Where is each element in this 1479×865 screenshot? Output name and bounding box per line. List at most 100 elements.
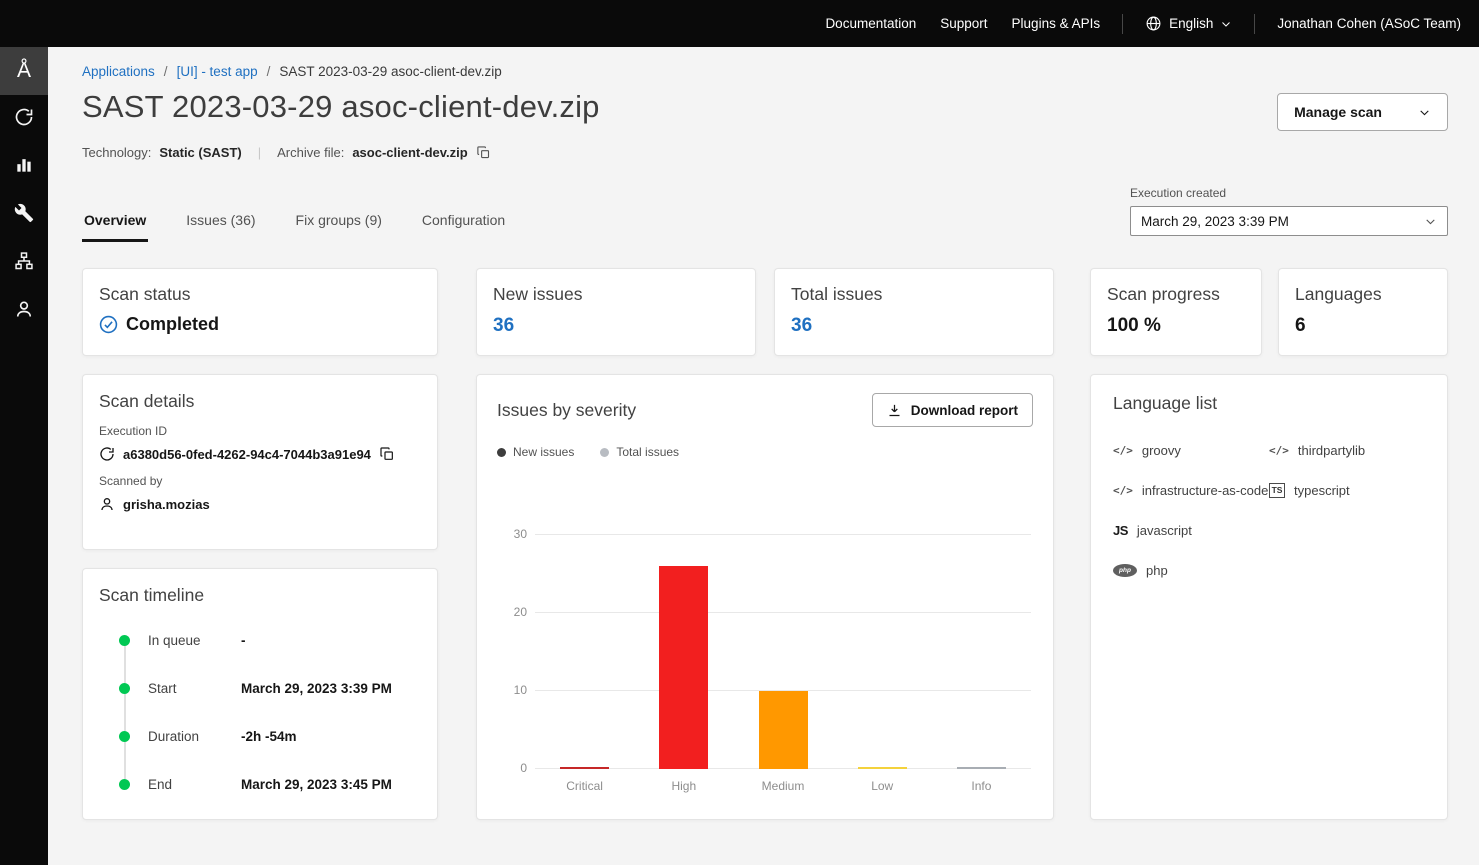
left-sidebar: Å — [0, 47, 48, 865]
timeline-dot — [119, 779, 130, 790]
new-issues-value[interactable]: 36 — [493, 315, 739, 337]
copy-icon[interactable] — [379, 446, 395, 462]
archive-file-label: Archive file: — [277, 145, 344, 160]
language-item-typescript: TS typescript — [1269, 470, 1425, 510]
timeline-row-in-queue: In queue - — [99, 616, 421, 664]
scan-execution-icon — [99, 446, 115, 462]
y-axis-tick-label: 30 — [499, 527, 527, 541]
chart-x-axis-labels: CriticalHighMediumLowInfo — [535, 779, 1031, 793]
card-title: Scan timeline — [99, 585, 421, 606]
legend-new-issues[interactable]: New issues — [497, 445, 574, 459]
sidebar-item-sitemap[interactable] — [0, 239, 48, 287]
card-title: Total issues — [791, 284, 1037, 305]
tab-fix-groups[interactable]: Fix groups (9) — [294, 202, 384, 242]
topbar-divider — [1254, 14, 1255, 34]
timeline-dot — [119, 635, 130, 646]
sidebar-item-dashboard[interactable] — [0, 143, 48, 191]
language-grid: </> groovy </> infrastructure-as-code JS… — [1113, 430, 1425, 590]
timeline-dot — [119, 683, 130, 694]
x-axis-tick-label: Info — [932, 779, 1031, 793]
bar-info[interactable] — [957, 767, 1006, 769]
user-menu[interactable]: Jonathan Cohen (ASoC Team) — [1277, 16, 1461, 31]
total-issues-value[interactable]: 36 — [791, 315, 1037, 337]
download-report-label: Download report — [911, 403, 1018, 418]
language-item-php: php php — [1113, 550, 1269, 590]
language-label: infrastructure-as-code — [1142, 483, 1268, 498]
language-item-thirdpartylib: </> thirdpartylib — [1269, 430, 1425, 470]
language-switcher[interactable]: English — [1145, 15, 1232, 32]
language-item-javascript: JS javascript — [1113, 510, 1269, 550]
legend-label: Total issues — [616, 445, 679, 459]
breadcrumb-applications[interactable]: Applications — [82, 64, 155, 79]
card-title: Scan details — [99, 391, 421, 412]
timeline: In queue - Start March 29, 2023 3:39 PM … — [99, 616, 421, 808]
x-axis-tick-label: Low — [833, 779, 932, 793]
card-title: New issues — [493, 284, 739, 305]
bar-slot-low — [833, 535, 932, 769]
tab-bar: Overview Issues (36) Fix groups (9) Conf… — [82, 202, 507, 242]
tab-label: Fix groups — [296, 212, 361, 228]
severity-bar-chart: 0102030 CriticalHighMediumLowInfo — [535, 535, 1031, 793]
user-icon — [14, 299, 34, 324]
chevron-down-icon — [1220, 18, 1232, 30]
chevron-down-icon — [1424, 215, 1437, 228]
page-title: SAST 2023-03-29 asoc-client-dev.zip — [82, 89, 600, 125]
tab-issues[interactable]: Issues (36) — [184, 202, 257, 242]
card-title: Scan status — [99, 284, 421, 305]
execution-id-value: a6380d56-0fed-4262-94c4-7044b3a91e94 — [123, 447, 371, 462]
sidebar-item-tools[interactable] — [0, 191, 48, 239]
js-icon: JS — [1113, 523, 1128, 538]
manage-scan-button[interactable]: Manage scan — [1277, 93, 1448, 131]
check-circle-icon — [99, 315, 118, 334]
code-icon: </> — [1113, 444, 1133, 457]
topbar-link-plugins-apis[interactable]: Plugins & APIs — [1012, 16, 1101, 31]
ts-icon: TS — [1269, 483, 1285, 498]
topbar-link-documentation[interactable]: Documentation — [825, 16, 916, 31]
bar-chart-icon — [14, 155, 34, 180]
card-title: Languages — [1295, 284, 1431, 305]
execution-created-select[interactable]: March 29, 2023 3:39 PM — [1130, 206, 1448, 236]
y-axis-tick-label: 10 — [499, 683, 527, 697]
card-title: Issues by severity — [497, 400, 636, 421]
code-icon: </> — [1269, 444, 1289, 457]
sidebar-item-user[interactable] — [0, 287, 48, 335]
breadcrumb-test-app[interactable]: [UI] - test app — [177, 64, 258, 79]
timeline-label: End — [148, 777, 241, 792]
timeline-value: -2h -54m — [241, 729, 297, 744]
sidebar-item-applications[interactable]: Å — [0, 47, 48, 95]
new-issues-card: New issues 36 — [476, 268, 756, 356]
languages-card: Languages 6 — [1278, 268, 1448, 356]
issues-by-severity-card: Issues by severity Download report New i… — [476, 374, 1054, 820]
technology-value: Static (SAST) — [159, 145, 241, 160]
scanned-by-label: Scanned by — [99, 474, 421, 488]
timeline-value: - — [241, 633, 246, 648]
meta-divider: | — [258, 145, 261, 160]
bar-medium[interactable] — [759, 691, 808, 769]
tab-count: (36) — [231, 212, 256, 228]
copy-icon[interactable] — [476, 145, 491, 160]
timeline-value: March 29, 2023 3:45 PM — [241, 777, 392, 792]
execution-id-label: Execution ID — [99, 424, 421, 438]
language-list-card: Language list </> groovy </> infrastruct… — [1090, 374, 1448, 820]
bar-low[interactable] — [858, 767, 907, 769]
x-axis-tick-label: Medium — [733, 779, 832, 793]
timeline-row-end: End March 29, 2023 3:45 PM — [99, 760, 421, 808]
sidebar-item-scans[interactable] — [0, 95, 48, 143]
legend-total-issues[interactable]: Total issues — [600, 445, 679, 459]
tab-label: Configuration — [422, 212, 505, 228]
language-label: javascript — [1137, 523, 1192, 538]
tab-configuration[interactable]: Configuration — [420, 202, 507, 242]
language-item-infrastructure-as-code: </> infrastructure-as-code — [1113, 470, 1269, 510]
breadcrumb-current: SAST 2023-03-29 asoc-client-dev.zip — [279, 64, 501, 79]
execution-created-value: March 29, 2023 3:39 PM — [1141, 214, 1289, 229]
bar-high[interactable] — [659, 566, 708, 769]
y-axis-tick-label: 20 — [499, 605, 527, 619]
tab-overview[interactable]: Overview — [82, 202, 148, 242]
php-icon: php — [1113, 564, 1137, 577]
topbar-link-support[interactable]: Support — [940, 16, 987, 31]
language-item-groovy: </> groovy — [1113, 430, 1269, 470]
bar-critical[interactable] — [560, 767, 609, 769]
download-report-button[interactable]: Download report — [872, 393, 1033, 427]
timeline-value: March 29, 2023 3:39 PM — [241, 681, 392, 696]
download-icon — [887, 403, 902, 418]
